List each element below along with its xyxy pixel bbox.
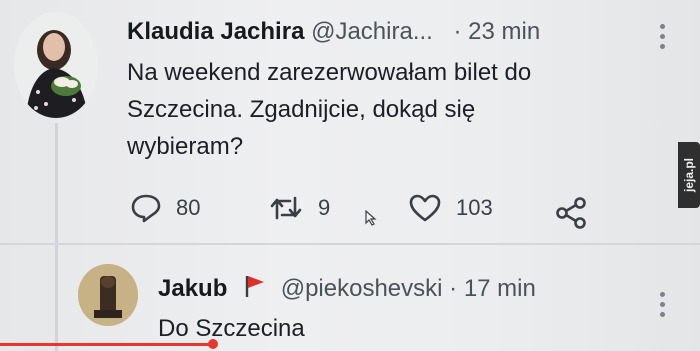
reply-text: Do Szczecina xyxy=(158,315,305,342)
more-icon[interactable] xyxy=(660,292,666,322)
tweet-header: Klaudia Jachira @Jachira... · 23 min xyxy=(127,18,540,46)
tweet-text-line: Na weekend zarezerwowałam bilet do xyxy=(127,59,532,86)
tweet-divider xyxy=(0,243,700,245)
avatar[interactable] xyxy=(14,12,98,118)
tweet-text: Na weekend zarezerwowałam bilet do Szcze… xyxy=(127,54,531,165)
retweet-icon xyxy=(270,196,302,220)
retweet-count: 9 xyxy=(318,195,331,220)
avatar[interactable] xyxy=(78,264,138,326)
reply-count: 80 xyxy=(176,195,201,220)
author-name[interactable]: Klaudia Jachira xyxy=(127,18,304,45)
more-icon[interactable] xyxy=(660,24,666,54)
like-icon xyxy=(409,194,441,222)
share-button[interactable] xyxy=(554,196,588,230)
author-handle[interactable]: @Jachira... xyxy=(311,18,433,45)
reply-button[interactable]: 80 xyxy=(130,193,200,223)
reply-icon xyxy=(131,194,161,223)
tweet-time[interactable]: · 23 min xyxy=(454,18,541,45)
tweet-thread-screen: Klaudia Jachira @Jachira... · 23 min Na … xyxy=(0,0,700,351)
retweet-button[interactable]: 9 xyxy=(268,193,330,223)
progress-bar xyxy=(0,343,214,346)
flag-icon xyxy=(244,274,266,305)
like-count: 103 xyxy=(456,195,493,220)
progress-handle[interactable] xyxy=(208,339,218,349)
reply-header: Jakub @piekoshevski · 17 min xyxy=(158,274,536,305)
tweet-text-line: Szczecina. Zgadnijcie, dokąd się xyxy=(127,96,476,123)
author-name[interactable]: Jakub xyxy=(158,275,227,302)
mouse-cursor-icon xyxy=(365,210,377,226)
like-button[interactable]: 103 xyxy=(408,193,493,223)
share-icon xyxy=(556,197,586,229)
author-handle[interactable]: @piekoshevski xyxy=(281,275,443,302)
reply-time[interactable]: · 17 min xyxy=(449,275,536,302)
watermark-logo: jeja.pl xyxy=(678,142,700,208)
thread-line xyxy=(55,123,58,351)
tweet-text-line: wybieram? xyxy=(127,133,244,160)
